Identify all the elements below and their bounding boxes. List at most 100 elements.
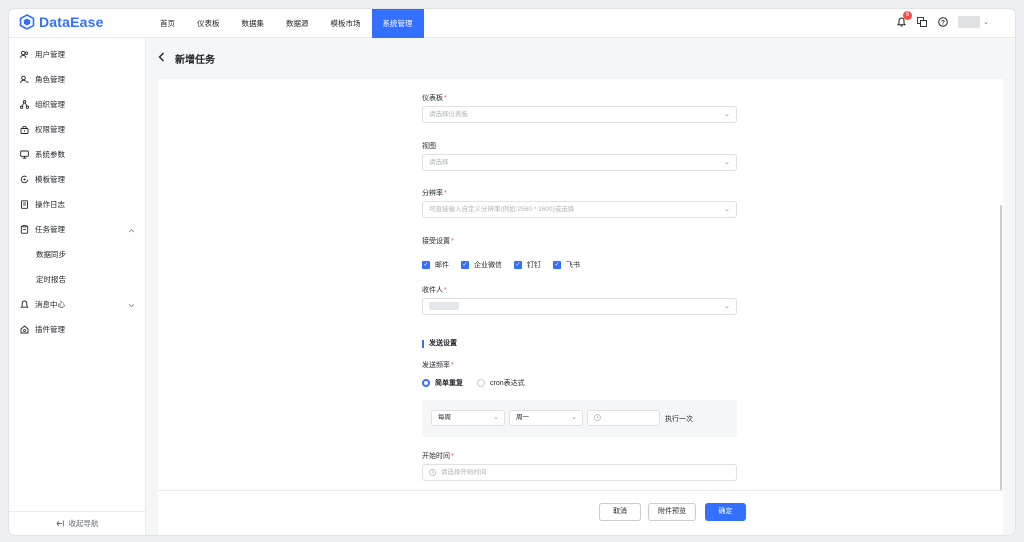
- sidebar-item-label: 操作日志: [35, 200, 65, 209]
- sidebar-item-org-management[interactable]: 组织管理: [9, 92, 145, 117]
- checkbox-email[interactable]: ✓ 邮件: [422, 260, 449, 270]
- sidebar-item-label: 角色管理: [35, 75, 65, 84]
- plugin-icon: [19, 325, 29, 335]
- header-actions: 6 ? ⌄: [895, 11, 989, 29]
- resolution-select[interactable]: 可直接输入自定义分辨率(例如:2560 * 1600)或选择 ⌄: [422, 201, 737, 218]
- app-name: DataEase: [39, 14, 104, 30]
- help-icon: ?: [938, 17, 948, 27]
- nav-template-market[interactable]: 模板市场: [320, 9, 372, 38]
- form-scrollbar[interactable]: [1000, 205, 1002, 490]
- send-frequency-label: 发送频率*: [422, 362, 454, 369]
- top-nav: 首页 仪表板 数据集 数据源 模板市场 系统管理: [149, 9, 424, 38]
- sidebar-item-plugin-management[interactable]: 插件管理: [9, 317, 145, 342]
- svg-text:?: ?: [941, 19, 945, 26]
- sidebar-item-label: 数据同步: [36, 250, 66, 259]
- sidebar-item-scheduled-report[interactable]: 定时报告: [9, 267, 145, 292]
- time-picker[interactable]: [587, 410, 660, 426]
- log-icon: [19, 200, 29, 210]
- role-icon: [19, 75, 29, 85]
- checkbox-label: 钉钉: [527, 262, 541, 269]
- clock-icon: [594, 413, 601, 421]
- chevron-down-icon[interactable]: [128, 301, 135, 310]
- language-button[interactable]: [916, 15, 928, 29]
- chevron-down-icon: ⌄: [724, 111, 730, 118]
- start-time-label: 开始时间*: [422, 453, 454, 460]
- clock-icon: [429, 468, 436, 476]
- weekday-value: 周一: [516, 414, 529, 421]
- sidebar-item-task-management[interactable]: 任务管理: [9, 217, 145, 242]
- top-bar: DataEase 首页 仪表板 数据集 数据源 模板市场 系统管理 6 ? ⌄: [9, 9, 1015, 38]
- back-arrow-icon[interactable]: [158, 51, 165, 65]
- chevron-down-icon: ⌄: [571, 414, 577, 421]
- recipients-label: 收件人*: [422, 287, 447, 294]
- check-icon: ✓: [461, 261, 469, 269]
- translate-icon: [917, 17, 928, 27]
- check-icon: ✓: [514, 261, 522, 269]
- users-icon: [19, 50, 29, 60]
- collapse-nav-button[interactable]: 收起导航: [9, 511, 145, 535]
- collapse-nav-label: 收起导航: [68, 519, 99, 528]
- dashboard-label: 仪表板*: [422, 95, 447, 102]
- sidebar-item-data-sync[interactable]: 数据同步: [9, 242, 145, 267]
- lock-icon: [19, 125, 29, 135]
- send-frequency-options: 简单重复 cron表达式: [422, 378, 525, 388]
- weekday-select[interactable]: 周一 ⌄: [509, 410, 583, 426]
- view-placeholder: 请选择: [429, 159, 449, 166]
- radio-simple-repeat[interactable]: 简单重复: [422, 378, 463, 388]
- dashboard-select[interactable]: 请选择仪表板 ⌄: [422, 106, 737, 123]
- cancel-button[interactable]: 取消: [599, 503, 641, 521]
- recipient-tag: [429, 302, 459, 311]
- checkbox-dingtalk[interactable]: ✓ 钉钉: [514, 260, 541, 270]
- sidebar-item-role-management[interactable]: 角色管理: [9, 67, 145, 92]
- sidebar-item-permission-management[interactable]: 权限管理: [9, 117, 145, 142]
- checkbox-lark[interactable]: ✓ 飞书: [553, 260, 580, 270]
- period-value: 每周: [438, 414, 451, 421]
- collapse-icon: [55, 520, 64, 527]
- view-select[interactable]: 请选择 ⌄: [422, 154, 737, 171]
- recipients-select[interactable]: ⌄: [422, 298, 737, 315]
- nav-home[interactable]: 首页: [149, 9, 186, 38]
- app-logo[interactable]: DataEase: [19, 14, 104, 30]
- radio-unselected-icon: [477, 379, 485, 387]
- sidebar-item-message-center[interactable]: 消息中心: [9, 292, 145, 317]
- nav-system-management[interactable]: 系统管理: [371, 9, 424, 38]
- receive-options: ✓ 邮件 ✓ 企业微信 ✓ 钉钉 ✓ 飞书: [422, 260, 580, 270]
- dataease-logo-icon: [19, 14, 35, 30]
- chevron-down-icon: ⌄: [724, 159, 730, 166]
- sidebar-item-template-management[interactable]: 模板管理: [9, 167, 145, 192]
- sidebar-item-label: 权限管理: [35, 125, 65, 134]
- template-icon: [19, 175, 29, 185]
- nav-datasource[interactable]: 数据源: [275, 9, 320, 38]
- sidebar-item-label: 用户管理: [35, 50, 65, 59]
- chevron-up-icon[interactable]: [128, 226, 135, 235]
- period-select[interactable]: 每周 ⌄: [431, 410, 505, 426]
- chevron-down-icon: ⌄: [493, 414, 499, 421]
- start-time-placeholder: 请选择开始时间: [440, 469, 487, 476]
- resolution-placeholder: 可直接输入自定义分辨率(例如:2560 * 1600)或选择: [429, 206, 575, 213]
- view-label: 视图: [422, 143, 436, 150]
- attachment-preview-button[interactable]: 附件预览: [648, 503, 696, 521]
- sidebar-item-operation-log[interactable]: 操作日志: [9, 192, 145, 217]
- checkbox-wecom[interactable]: ✓ 企业微信: [461, 260, 502, 270]
- form-footer: 取消 附件预览 确定: [158, 490, 1003, 535]
- check-icon: ✓: [422, 261, 430, 269]
- confirm-button[interactable]: 确定: [705, 503, 746, 521]
- sidebar-item-user-management[interactable]: 用户管理: [9, 42, 145, 67]
- org-icon: [19, 100, 29, 110]
- task-form: 仪表板* 请选择仪表板 ⌄ 视图 请选择 ⌄ 分辨率* 可直接输入自定义分辨率(…: [158, 79, 1003, 490]
- sidebar-item-system-params[interactable]: 系统参数: [9, 142, 145, 167]
- dashboard-placeholder: 请选择仪表板: [429, 111, 468, 118]
- start-time-picker[interactable]: 请选择开始时间: [422, 464, 737, 481]
- notification-button[interactable]: 6: [895, 11, 913, 29]
- sidebar-item-label: 任务管理: [35, 225, 65, 234]
- nav-dataset[interactable]: 数据集: [231, 9, 276, 38]
- chevron-down-icon[interactable]: ⌄: [983, 18, 989, 26]
- send-settings-title: 发送设置: [422, 340, 457, 348]
- sidebar-item-label: 系统参数: [35, 150, 65, 159]
- nav-dashboard[interactable]: 仪表板: [186, 9, 231, 38]
- radio-cron[interactable]: cron表达式: [477, 378, 525, 388]
- page-title: 新增任务: [175, 54, 215, 66]
- user-avatar[interactable]: [958, 16, 981, 28]
- help-button[interactable]: ?: [937, 15, 949, 29]
- execute-once-label: 执行一次: [665, 416, 693, 423]
